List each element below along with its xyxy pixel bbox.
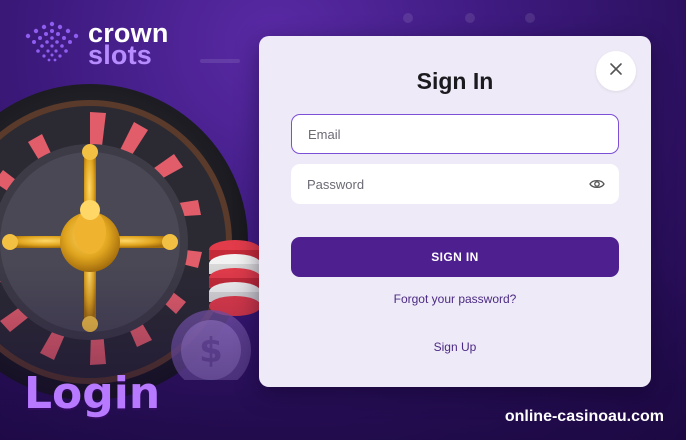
sign-in-modal: Sign In SIGN IN Forgot your password? Si… xyxy=(259,36,651,387)
page-heading: Login xyxy=(24,368,161,419)
password-field[interactable] xyxy=(291,164,619,204)
crown-icon xyxy=(22,18,82,69)
email-input[interactable] xyxy=(306,125,604,143)
watermark-text: online-casinoau.com xyxy=(504,408,664,425)
sign-in-button[interactable]: SIGN IN xyxy=(291,237,619,277)
sign-up-link[interactable]: Sign Up xyxy=(259,340,651,354)
password-input[interactable] xyxy=(305,175,589,193)
coin-illustration: $ xyxy=(166,300,256,390)
background-blur-text xyxy=(200,56,240,68)
email-field[interactable] xyxy=(291,114,619,154)
svg-text:$: $ xyxy=(199,331,223,371)
page-background: crown slots $ Login online-casinoau.com … xyxy=(0,0,686,440)
logo-wordmark-bottom: slots xyxy=(88,39,153,70)
brand-logo[interactable]: crown slots xyxy=(22,18,169,69)
modal-title: Sign In xyxy=(416,68,494,94)
forgot-password-link[interactable]: Forgot your password? xyxy=(259,292,651,306)
background-blur-icons xyxy=(400,10,550,32)
eye-icon[interactable] xyxy=(588,175,605,193)
